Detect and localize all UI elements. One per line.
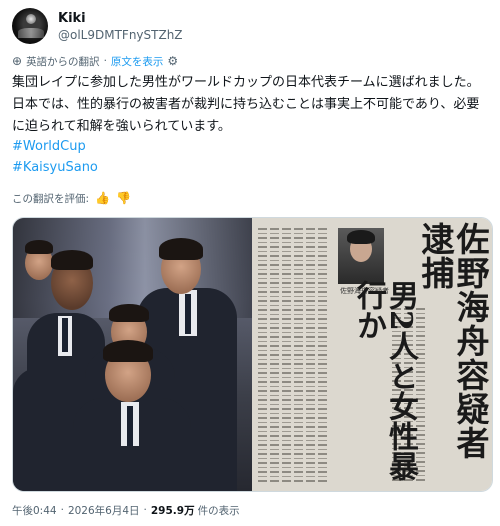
user-handle[interactable]: @olL9DMTFnySTZhZ: [58, 27, 183, 43]
media-attachment[interactable]: 佐野海舟容疑者 佐野海舟容疑者 逮捕 男2人と女性暴行か: [12, 217, 493, 492]
rate-translation: この翻訳を評価: 👍 👎: [12, 189, 131, 207]
views-count: 295.9万: [150, 504, 195, 517]
separator: ·: [60, 504, 64, 516]
display-name[interactable]: Kiki: [58, 10, 183, 27]
suspect-portrait: [338, 228, 384, 284]
post-header: Kiki @olL9DMTFnySTZhZ: [12, 4, 488, 48]
newspaper-subhead: 男2人と女性暴行か: [351, 280, 418, 481]
newspaper-headline: 佐野海舟容疑者 逮捕: [416, 222, 490, 491]
post-date[interactable]: 2026年6月4日: [68, 503, 140, 518]
separator: ·: [103, 55, 107, 67]
thumbs-down-icon[interactable]: 👎: [116, 191, 131, 205]
show-original-link[interactable]: 原文を表示: [111, 54, 164, 69]
rate-translation-label: この翻訳を評価:: [12, 192, 90, 205]
thumbs-up-icon[interactable]: 👍: [95, 191, 110, 205]
post-time[interactable]: 午後0:44: [12, 503, 57, 518]
gear-icon[interactable]: ⚙: [167, 54, 178, 68]
post-text: 集団レイプに参加した男性がワールドカップの日本代表チームに選ばれました。日本では…: [12, 75, 480, 134]
separator: ·: [143, 504, 147, 516]
post-metadata: 午後0:44 · 2026年6月4日 · 295.9万 件の表示: [12, 501, 240, 519]
newspaper-clipping[interactable]: 佐野海舟容疑者 佐野海舟容疑者 逮捕 男2人と女性暴行か: [252, 218, 492, 491]
translation-notice: ⊕ 英語からの翻訳 · 原文を表示 ⚙: [12, 52, 178, 70]
hashtag-kaisyusano[interactable]: #KaisyuSano: [12, 158, 98, 178]
author-names: Kiki @olL9DMTFnySTZhZ: [58, 10, 183, 43]
translate-icon: ⊕: [12, 54, 23, 68]
views-label: 件の表示: [197, 504, 240, 517]
hashtag-worldcup[interactable]: #WorldCup: [12, 137, 86, 157]
avatar[interactable]: [12, 8, 48, 44]
translation-label: 英語からの翻訳: [26, 55, 100, 68]
team-photo[interactable]: [13, 218, 252, 491]
